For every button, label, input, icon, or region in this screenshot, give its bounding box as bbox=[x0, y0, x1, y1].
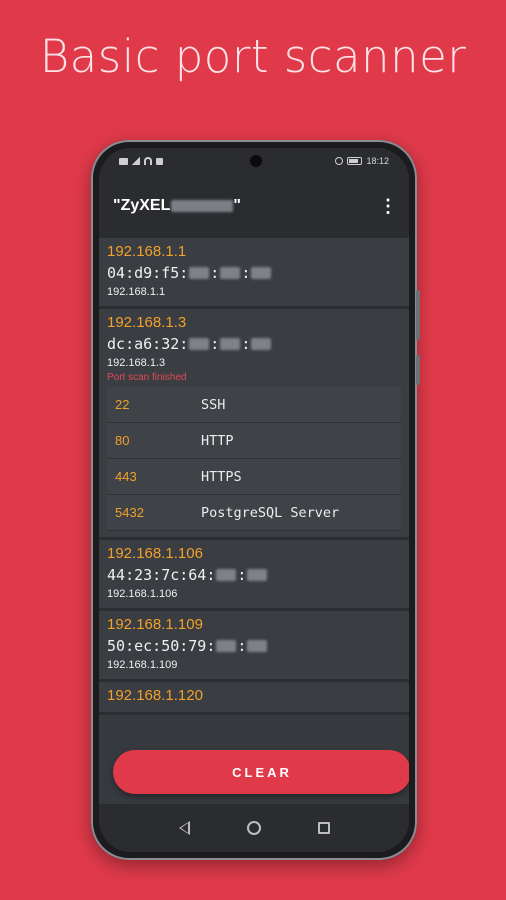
port-service: HTTP bbox=[201, 432, 234, 449]
front-camera bbox=[250, 155, 262, 167]
port-row[interactable]: 443 HTTPS bbox=[107, 459, 401, 495]
port-number: 22 bbox=[115, 397, 130, 412]
port-number: 80 bbox=[115, 433, 130, 448]
mac-octet: f5 bbox=[161, 264, 180, 282]
mac-octet: 32 bbox=[161, 335, 180, 353]
host-mac: dc: a6:32::: bbox=[107, 333, 401, 355]
host-ip: 192.168.1.106 bbox=[107, 545, 203, 562]
redacted-mac-octet bbox=[220, 338, 241, 350]
bluetooth-icon bbox=[156, 157, 163, 165]
host-mac: 44:23:7c:64:: bbox=[107, 564, 401, 586]
host-ip: 192.168.1.120 bbox=[107, 687, 203, 704]
more-vert-icon[interactable]: ⋮ bbox=[379, 196, 397, 217]
mac-octet: 44 bbox=[107, 566, 126, 584]
mac-octet: d9 bbox=[134, 264, 153, 282]
signal-icon bbox=[132, 157, 140, 165]
host-name: 192.168.1.3 bbox=[107, 357, 166, 369]
host-ip: 192.168.1.3 bbox=[107, 314, 187, 331]
phone-frame: 18:12 "ZyXEL " ⋮ 192.168.1.1 04: d9: f5:::… bbox=[91, 140, 420, 860]
back-icon[interactable] bbox=[169, 813, 199, 843]
host-name: 192.168.1.1 bbox=[107, 286, 166, 298]
port-service: HTTPS bbox=[201, 468, 242, 485]
scan-status: Port scan finished bbox=[107, 372, 187, 383]
port-row[interactable]: 80 HTTP bbox=[107, 423, 401, 459]
wifi-icon bbox=[144, 157, 152, 165]
redacted-mac-octet bbox=[220, 267, 241, 279]
host-item[interactable]: 192.168.1.120 bbox=[99, 682, 409, 715]
headline: Basic port scanner bbox=[39, 30, 467, 83]
port-list: 22 SSH 80 HTTP 443 HTTPS 5432 PostgreSQL… bbox=[107, 387, 401, 531]
host-list: 192.168.1.1 04: d9: f5::: 192.168.1.1 192.… bbox=[99, 238, 409, 715]
system-nav-bar bbox=[99, 804, 409, 852]
mac-octet: ec bbox=[134, 637, 153, 655]
network-title-prefix: "ZyXEL bbox=[113, 197, 171, 214]
recents-icon[interactable] bbox=[309, 813, 339, 843]
mac-octet: 64 bbox=[188, 566, 207, 584]
port-service: PostgreSQL Server bbox=[201, 504, 340, 521]
host-name: 192.168.1.106 bbox=[107, 588, 178, 600]
mac-octet: 7c bbox=[161, 566, 180, 584]
host-ip: 192.168.1.109 bbox=[107, 616, 203, 633]
host-name: 192.168.1.109 bbox=[107, 659, 178, 671]
redacted-mac-octet bbox=[247, 640, 268, 652]
status-time: 18:12 bbox=[366, 156, 389, 166]
redacted-mac-octet bbox=[189, 267, 210, 279]
redacted-mac-octet bbox=[247, 569, 268, 581]
mac-octet: a6 bbox=[134, 335, 153, 353]
phone-screen: 18:12 "ZyXEL " ⋮ 192.168.1.1 04: d9: f5:::… bbox=[99, 148, 409, 852]
mac-octet: 23 bbox=[134, 566, 153, 584]
host-item[interactable]: 192.168.1.109 50: ec:50:79:: 192.168.1.10… bbox=[99, 611, 409, 682]
host-ip: 192.168.1.1 bbox=[107, 243, 187, 260]
redacted-ssid bbox=[171, 200, 234, 212]
host-mac: 04: d9: f5::: bbox=[107, 262, 401, 284]
port-number: 443 bbox=[115, 469, 137, 484]
mac-octet: dc bbox=[107, 335, 126, 353]
network-title-suffix: " bbox=[233, 197, 241, 214]
mac-octet: 50 bbox=[161, 637, 180, 655]
mac-octet: 79 bbox=[188, 637, 207, 655]
app-bar: "ZyXEL " ⋮ bbox=[99, 174, 409, 238]
home-icon[interactable] bbox=[239, 813, 269, 843]
battery-icon bbox=[347, 157, 363, 165]
redacted-mac-octet bbox=[251, 338, 272, 350]
mac-octet: 50 bbox=[107, 637, 126, 655]
port-service: SSH bbox=[201, 396, 226, 413]
power-button bbox=[416, 355, 420, 385]
volume-button bbox=[416, 290, 420, 340]
redacted-mac-octet bbox=[216, 640, 237, 652]
host-item[interactable]: 192.168.1.106 44:23:7c:64:: 192.168.1.10… bbox=[99, 540, 409, 611]
sim-icon bbox=[119, 157, 128, 165]
host-mac: 50: ec:50:79:: bbox=[107, 635, 401, 657]
redacted-mac-octet bbox=[251, 267, 272, 279]
port-row[interactable]: 22 SSH bbox=[107, 387, 401, 423]
redacted-mac-octet bbox=[216, 569, 237, 581]
alarm-icon bbox=[335, 157, 344, 165]
port-number: 5432 bbox=[115, 505, 144, 520]
network-title: "ZyXEL " bbox=[113, 197, 241, 215]
clear-button[interactable]: CLEAR bbox=[113, 750, 409, 794]
port-row[interactable]: 5432 PostgreSQL Server bbox=[107, 495, 401, 531]
mac-octet: 04 bbox=[107, 264, 126, 282]
redacted-mac-octet bbox=[189, 338, 210, 350]
host-item[interactable]: 192.168.1.3 dc: a6:32::: 192.168.1.3 Port… bbox=[99, 309, 409, 540]
host-item[interactable]: 192.168.1.1 04: d9: f5::: 192.168.1.1 bbox=[99, 238, 409, 309]
